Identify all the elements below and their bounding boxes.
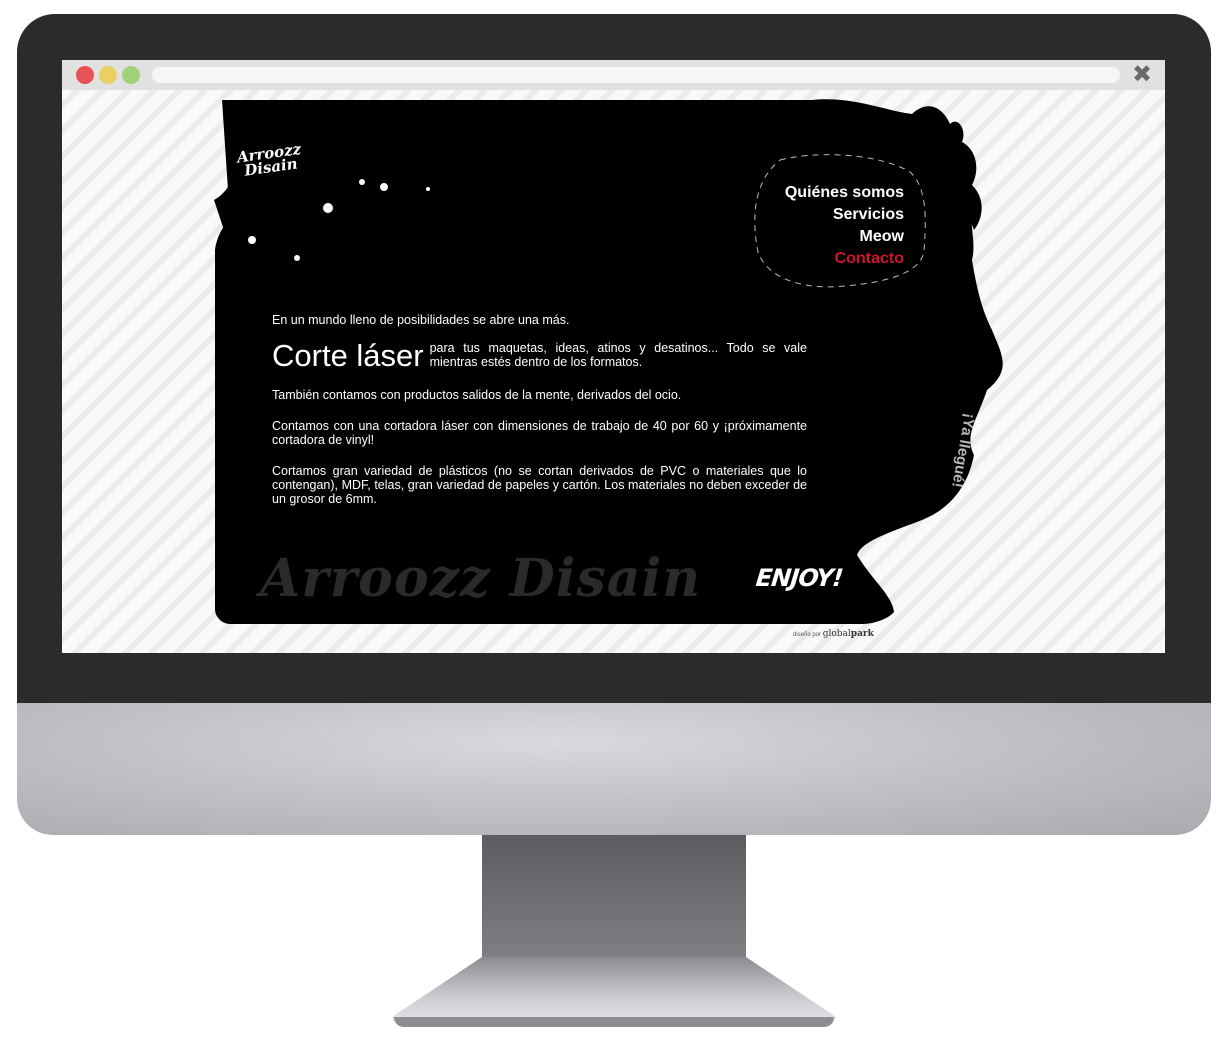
- close-window-dot[interactable]: [76, 66, 94, 84]
- watermark-logo: Arroozz Disain: [260, 548, 702, 609]
- paragraph-products: También contamos con productos salidos d…: [272, 388, 682, 402]
- monitor-chin: [17, 703, 1211, 835]
- nav-list: Quiénes somos Servicios Meow Contacto: [785, 182, 904, 270]
- credit-brand: globalpark: [823, 629, 874, 639]
- browser-window: ✖ Arroozz Disain Quiénes somos Servicios: [62, 60, 1165, 653]
- nav-item-meow[interactable]: Meow: [785, 226, 904, 248]
- splash-drop-3: [380, 183, 388, 191]
- credit-prefix: diseño por: [793, 632, 822, 638]
- page-viewport: Arroozz Disain Quiénes somos Servicios M…: [62, 90, 1165, 653]
- credit-brand-bold: park: [850, 629, 874, 639]
- main-content: En un mundo lleno de posibilidades se ab…: [272, 313, 807, 506]
- headline-row: Corte láser para tus maquetas, ideas, at…: [272, 340, 807, 372]
- site-logo[interactable]: Arroozz Disain: [230, 140, 313, 209]
- splash-drop-2: [359, 179, 365, 185]
- design-credit[interactable]: diseño por globalpark: [793, 629, 874, 639]
- minimize-window-dot[interactable]: [99, 66, 117, 84]
- monitor-stand-base-edge: [394, 1017, 834, 1027]
- close-tab-icon[interactable]: ✖: [1129, 62, 1155, 88]
- browser-titlebar: ✖: [62, 60, 1165, 90]
- splash-drop-5: [248, 236, 256, 244]
- enjoy-text: ENJOY!: [754, 564, 844, 592]
- intro-text: En un mundo lleno de posibilidades se ab…: [272, 313, 570, 327]
- paragraph-laser-cutter: Contamos con una cortadora láser con dim…: [272, 419, 807, 447]
- address-bar[interactable]: [152, 67, 1120, 83]
- main-nav: Quiénes somos Servicios Meow Contacto: [750, 152, 930, 290]
- headline-description: para tus maquetas, ideas, atinos y desat…: [429, 341, 807, 369]
- nav-item-quienes-somos[interactable]: Quiénes somos: [785, 182, 904, 204]
- splash-drop-6: [426, 187, 430, 191]
- splash-drop-1: [294, 255, 300, 261]
- monitor-stand-neck: [482, 835, 746, 957]
- nav-item-contacto[interactable]: Contacto: [785, 248, 904, 270]
- splash-drop-4: [323, 203, 333, 213]
- maximize-window-dot[interactable]: [122, 66, 140, 84]
- nav-item-servicios[interactable]: Servicios: [785, 204, 904, 226]
- paragraph-materials: Cortamos gran variedad de plásticos (no …: [272, 464, 807, 506]
- credit-brand-light: global: [822, 629, 851, 639]
- headline: Corte láser: [272, 338, 424, 373]
